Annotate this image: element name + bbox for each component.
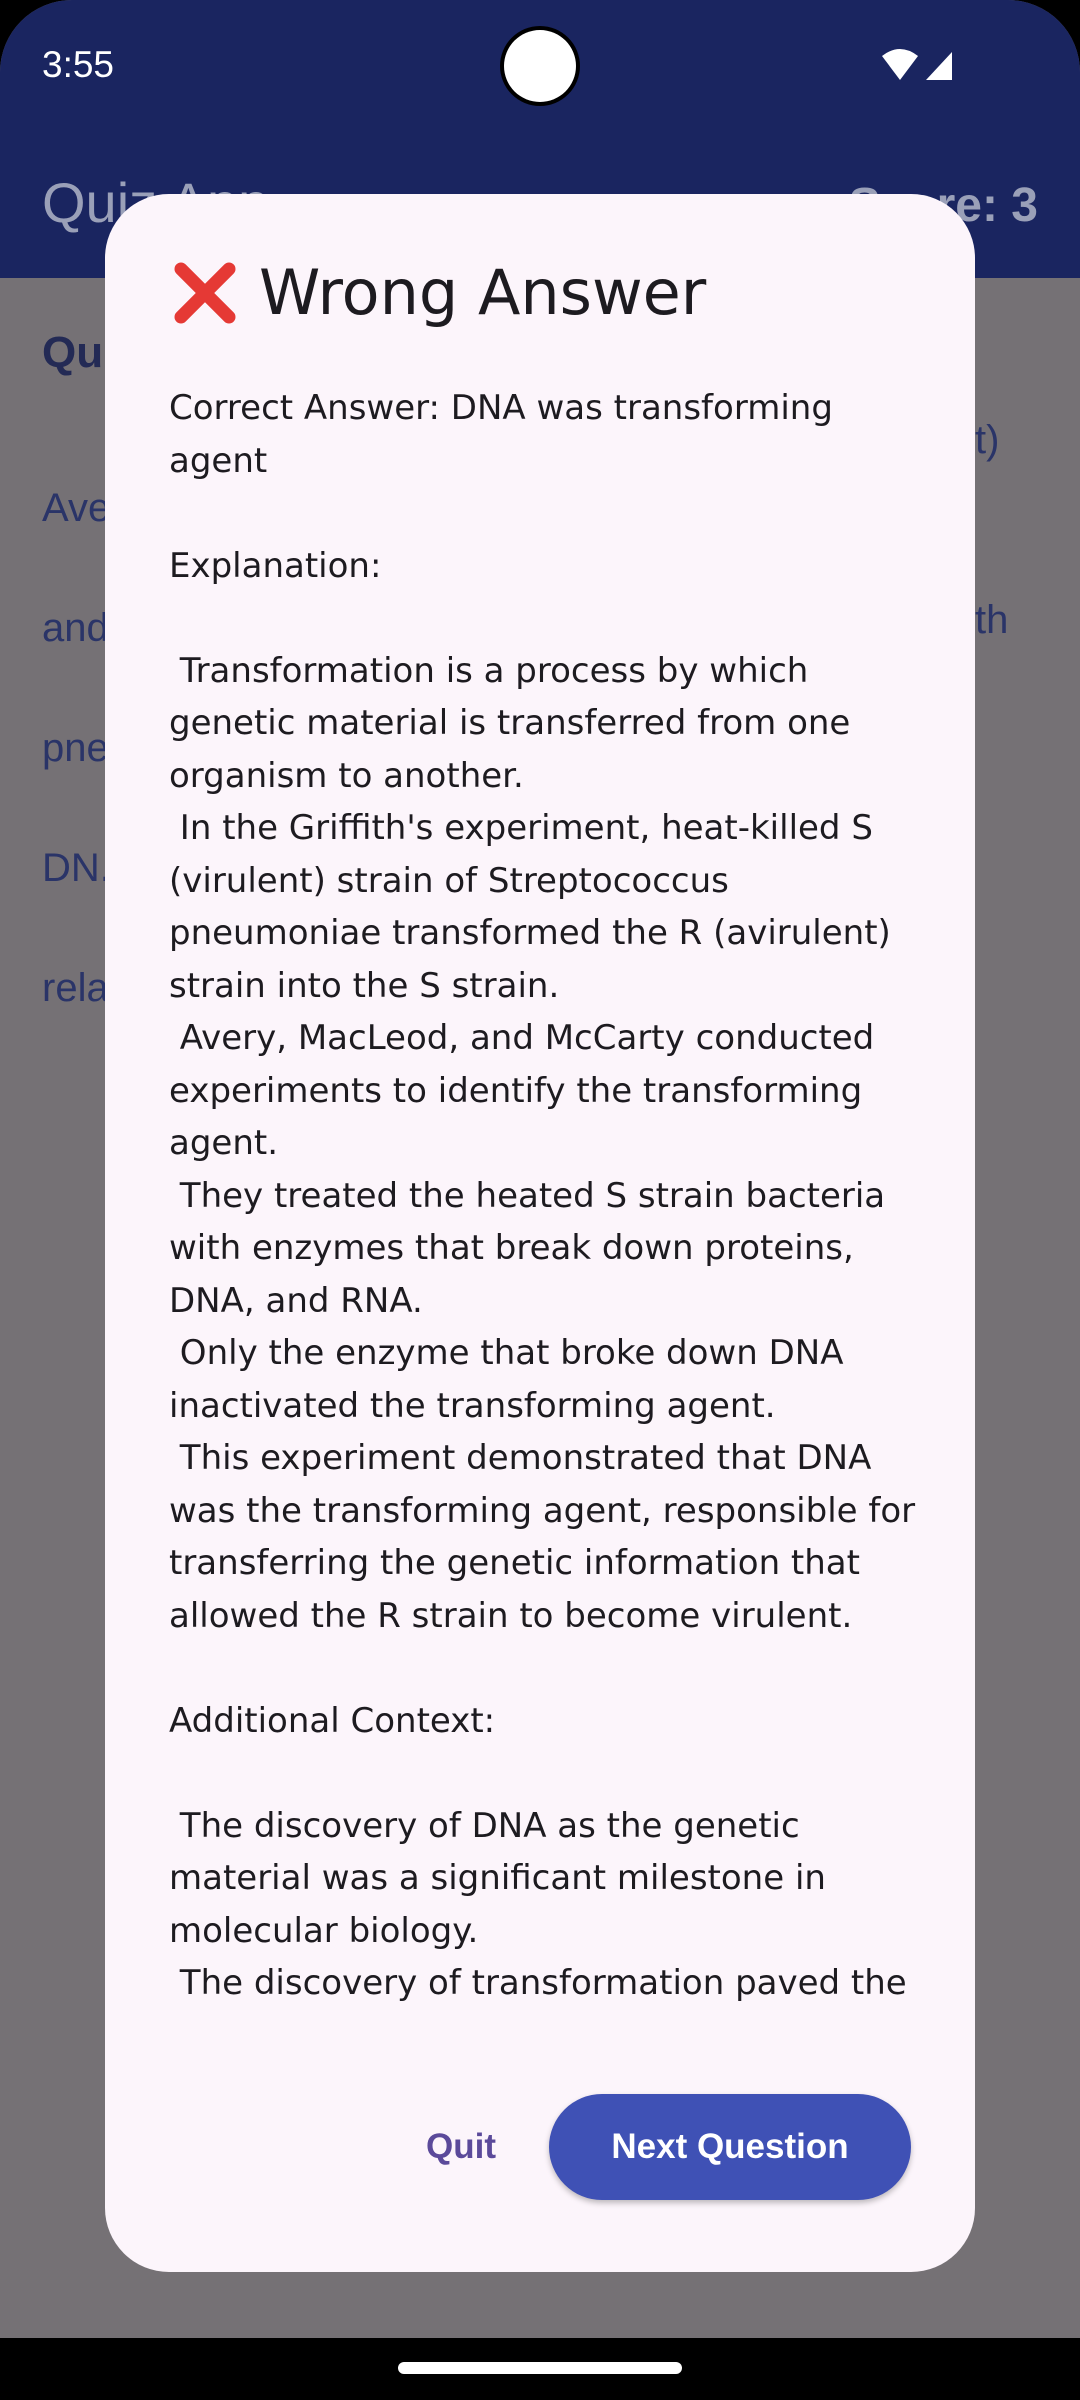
phone-screen: 3:55 Quiz App Score: 3 Qu Ave and pne DN…: [0, 0, 1080, 2400]
dialog-title: Wrong Answer: [169, 256, 706, 329]
explanation-line: In the Griffith's experiment, heat-kille…: [169, 808, 873, 848]
explanation-scroll-area[interactable]: Correct Answer: DNA was transforming age…: [169, 382, 929, 2192]
dialog-actions: Quit Next Question: [105, 2094, 975, 2204]
explanation-line: [169, 1642, 929, 1695]
explanation-line: Explanation:: [169, 545, 382, 586]
explanation-line: organism to another.: [169, 755, 524, 796]
explanation-line: genetic material is transferred from one: [169, 703, 851, 743]
dialog-title-text: Wrong Answer: [259, 256, 707, 329]
explanation-line: Transformation is a process by which: [169, 650, 809, 691]
navigation-bar: [0, 2338, 1080, 2400]
explanation-line: (virulent) strain of Streptococcus: [169, 860, 729, 901]
explanation-line: Additional Context:: [169, 1700, 496, 1741]
explanation-line: agent: [169, 440, 268, 481]
explanation-line: molecular biology.: [169, 1910, 479, 1951]
explanation-line: Avery, MacLeod, and McCarty conducted: [169, 1018, 875, 1058]
explanation-line: The discovery of DNA as the genetic: [169, 1805, 800, 1846]
explanation-line: This experiment demonstrated that DNA: [169, 1438, 872, 1478]
explanation-line: DNA, and RNA.: [169, 1280, 423, 1321]
status-bar: 3:55: [0, 0, 1080, 140]
explanation-line: Correct Answer: DNA was transforming: [169, 388, 833, 428]
explanation-line: with enzymes that break down proteins,: [169, 1228, 854, 1268]
question-line-fragment: th: [975, 598, 1009, 642]
cellular-signal-icon: [926, 52, 952, 80]
question-line-fragment: t): [975, 418, 1000, 462]
explanation-line: They treated the heated S strain bacteri…: [169, 1175, 886, 1216]
home-indicator[interactable]: [398, 2362, 682, 2374]
wrong-answer-dialog: Wrong Answer Correct Answer: DNA was tra…: [105, 194, 975, 2272]
explanation-line: material was a significant milestone in: [169, 1858, 826, 1898]
wifi-icon: [882, 49, 918, 80]
explanation-line: was the transforming agent, responsible …: [169, 1490, 916, 1531]
explanation-line: strain into the S strain.: [169, 965, 560, 1006]
cross-mark-icon: [174, 262, 236, 323]
explanation-line: pneumoniae transformed the R (avirulent): [169, 913, 891, 953]
camera-cutout: [504, 30, 576, 102]
explanation-line: [169, 592, 929, 645]
explanation-line: agent.: [169, 1123, 279, 1163]
status-icons: [882, 49, 952, 80]
question-heading: Qu: [42, 328, 104, 377]
explanation-line: The discovery of transformation paved th…: [169, 1963, 907, 2003]
explanation-line: transferring the genetic information tha…: [169, 1543, 860, 1583]
explanation-line: [169, 487, 929, 540]
quit-button[interactable]: Quit: [381, 2094, 541, 2200]
explanation-line: Only the enzyme that broke down DNA: [169, 1333, 844, 1373]
explanation-line: [169, 1747, 929, 1800]
explanation-line: inactivated the transforming agent.: [169, 1385, 776, 1426]
status-time: 3:55: [42, 44, 115, 85]
explanation-line: allowed the R strain to become virulent.: [169, 1595, 853, 1636]
next-question-button[interactable]: Next Question: [549, 2094, 911, 2200]
explanation-line: experiments to identify the transforming: [169, 1070, 863, 1111]
